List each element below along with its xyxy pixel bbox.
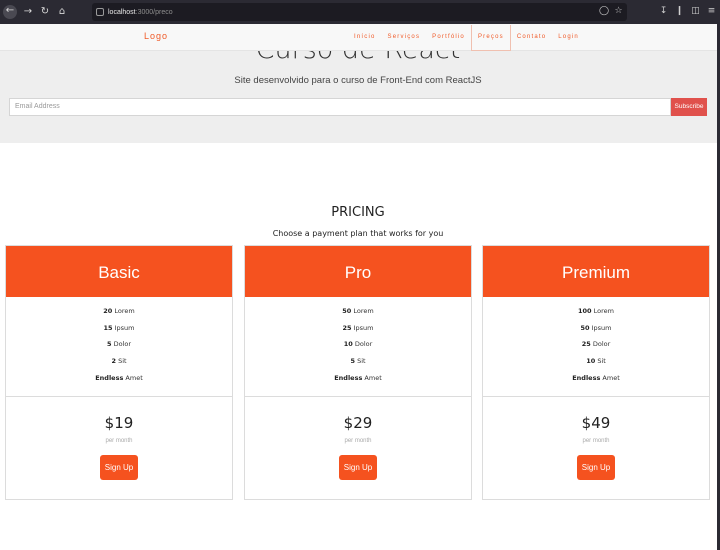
feature-item: 10 Sit: [586, 357, 606, 366]
logo[interactable]: Logo: [144, 31, 168, 41]
sign-up-button[interactable]: Sign Up: [577, 455, 615, 480]
pricing-subtitle: Choose a payment plan that works for you: [272, 229, 444, 238]
url-bar[interactable]: localhost:3000/preco ◯ ☆: [92, 3, 627, 21]
feature-list: 50 Lorem 25 Ipsum 10 Dolor 5 Sit Endless…: [245, 297, 471, 397]
plan-period: per month: [105, 438, 133, 444]
library-icon[interactable]: ❙: [675, 5, 684, 18]
feature-item: 20 Lorem: [103, 307, 135, 315]
feature-item: Endless Amet: [334, 373, 382, 382]
menu-icon[interactable]: ≡: [707, 5, 716, 18]
feature-item: Endless Amet: [572, 373, 620, 382]
pocket-icon[interactable]: ◯: [599, 6, 609, 17]
feature-item: 10 Dolor: [343, 340, 373, 349]
sign-up-button[interactable]: Sign Up: [100, 455, 138, 480]
feature-item: 50 Ipsum: [580, 323, 612, 332]
url-path: :3000/preco: [135, 8, 173, 16]
star-icon[interactable]: ☆: [614, 6, 623, 17]
plan-price: $19: [104, 414, 134, 432]
back-icon[interactable]: ←: [3, 5, 17, 19]
nav-link-login[interactable]: Login: [552, 24, 585, 51]
nav-link-servicos[interactable]: Serviços: [382, 24, 427, 51]
url-text: localhost:3000/preco: [108, 9, 173, 16]
nav-link-precos[interactable]: Preços: [470, 24, 511, 51]
feature-item: 100 Lorem: [577, 307, 614, 315]
pricing-card-pro: Pro 50 Lorem 25 Ipsum 10 Dolor 5 Sit End…: [244, 245, 472, 500]
feature-item: 15 Ipsum: [103, 323, 135, 332]
site-navbar: Logo Início Serviços Portfólio Preços Co…: [0, 24, 720, 51]
sign-up-button[interactable]: Sign Up: [339, 455, 377, 480]
browser-toolbar: ← → ↻ ⌂ localhost:3000/preco ◯ ☆ ↧ ❙ ◫ ≡: [0, 0, 720, 24]
plan-name: Basic: [6, 246, 232, 297]
reload-icon[interactable]: ↻: [39, 6, 51, 18]
plan-price: $29: [343, 414, 373, 432]
email-input[interactable]: Email Address: [9, 98, 671, 116]
feature-item: 2 Sit: [111, 357, 127, 366]
nav-links: Início Serviços Portfólio Preços Contato…: [348, 24, 585, 51]
hero-section: Curso de React Site desenvolvido para o …: [0, 51, 720, 143]
page-info-icon[interactable]: [96, 8, 104, 16]
feature-item: 25 Ipsum: [342, 323, 374, 332]
feature-item: 25 Dolor: [581, 340, 611, 349]
nav-link-portfolio[interactable]: Portfólio: [426, 24, 471, 51]
pricing-title: PRICING: [331, 205, 385, 220]
home-icon[interactable]: ⌂: [56, 6, 68, 18]
nav-link-inicio[interactable]: Início: [348, 24, 382, 51]
feature-list: 20 Lorem 15 Ipsum 5 Dolor 2 Sit Endless …: [6, 297, 232, 397]
plan-period: per month: [344, 438, 372, 444]
download-icon[interactable]: ↧: [659, 5, 668, 18]
plan-name: Premium: [483, 246, 709, 297]
url-host: localhost: [108, 8, 136, 16]
nav-link-contato[interactable]: Contato: [511, 24, 552, 51]
feature-item: 5 Sit: [350, 357, 366, 366]
forward-icon[interactable]: →: [22, 6, 34, 18]
pricing-card-premium: Premium 100 Lorem 50 Ipsum 25 Dolor 10 S…: [482, 245, 710, 500]
sidebar-icon[interactable]: ◫: [691, 5, 700, 18]
hero-title: Curso de React: [0, 51, 716, 65]
hero-subtitle: Site desenvolvido para o curso de Front-…: [234, 75, 482, 86]
pricing-card-basic: Basic 20 Lorem 15 Ipsum 5 Dolor 2 Sit En…: [5, 245, 233, 500]
plan-name: Pro: [245, 246, 471, 297]
feature-list: 100 Lorem 50 Ipsum 25 Dolor 10 Sit Endle…: [483, 297, 709, 397]
subscribe-button[interactable]: Subscribe: [671, 98, 707, 116]
feature-item: 5 Dolor: [106, 340, 132, 349]
feature-item: 50 Lorem: [342, 307, 374, 315]
feature-item: Endless Amet: [95, 373, 143, 382]
plan-price: $49: [581, 414, 611, 432]
plan-period: per month: [582, 438, 610, 444]
